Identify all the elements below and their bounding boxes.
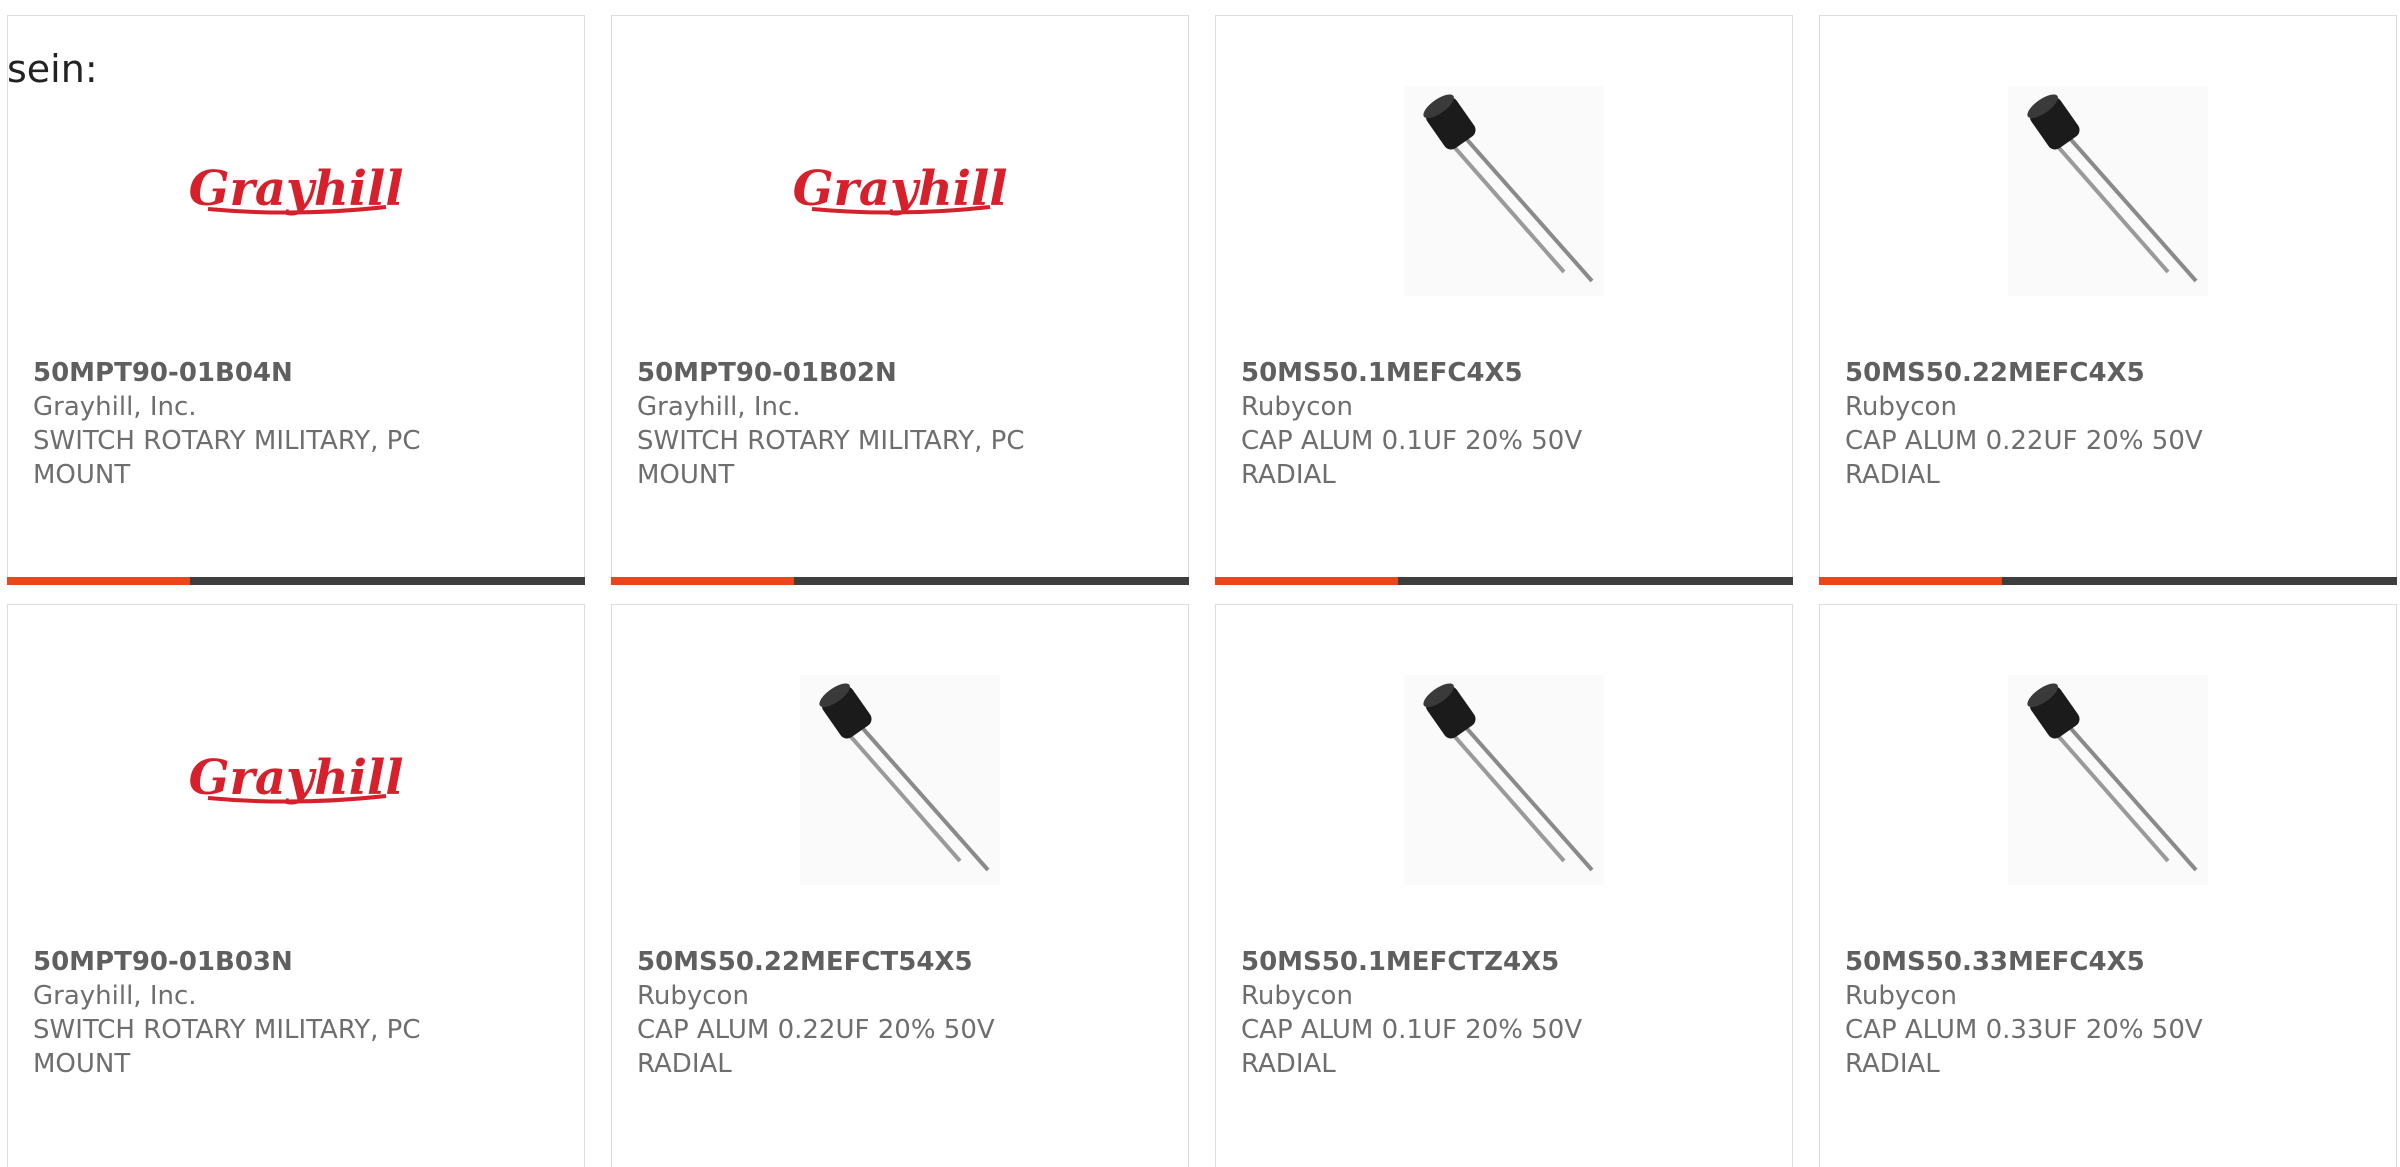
product-info: 50MPT90-01B04N Grayhill, Inc. SWITCH ROT… [33, 356, 463, 492]
part-number-link[interactable]: 50MS50.22MEFCT54X5 [637, 945, 1067, 979]
card-accent-bar [1819, 577, 2397, 585]
part-number-link[interactable]: 50MPT90-01B02N [637, 356, 1067, 390]
grayhill-logo[interactable]: Grayhill [8, 670, 584, 890]
capacitor-photo[interactable] [1216, 81, 1792, 301]
part-number-link[interactable]: 50MPT90-01B04N [33, 356, 463, 390]
description: CAP ALUM 0.33UF 20% 50V RADIAL [1845, 1015, 2203, 1079]
intro-text: sein: [7, 47, 98, 91]
description: CAP ALUM 0.1UF 20% 50V RADIAL [1241, 426, 1583, 490]
product-grid-page: sein: Grayhill 50MPT90-01B04N Grayhill, … [0, 0, 2400, 1167]
capacitor-photo[interactable] [1820, 670, 2396, 890]
part-number-link[interactable]: 50MS50.1MEFC4X5 [1241, 356, 1671, 390]
accent-fill [1215, 577, 1398, 585]
description: SWITCH ROTARY MILITARY, PC MOUNT [637, 426, 1025, 490]
description: CAP ALUM 0.1UF 20% 50V RADIAL [1241, 1015, 1583, 1079]
capacitor-photo[interactable] [612, 670, 1188, 890]
manufacturer: Rubycon [1845, 392, 1957, 422]
description: SWITCH ROTARY MILITARY, PC MOUNT [33, 1015, 421, 1079]
product-info: 50MS50.1MEFCTZ4X5 Rubycon CAP ALUM 0.1UF… [1241, 945, 1671, 1081]
product-info: 50MPT90-01B02N Grayhill, Inc. SWITCH ROT… [637, 356, 1067, 492]
product-card[interactable]: Grayhill 50MPT90-01B03N Grayhill, Inc. S… [7, 604, 585, 1167]
product-info: 50MPT90-01B03N Grayhill, Inc. SWITCH ROT… [33, 945, 463, 1081]
part-number-link[interactable]: 50MPT90-01B03N [33, 945, 463, 979]
product-card[interactable]: 50MS50.1MEFCTZ4X5 Rubycon CAP ALUM 0.1UF… [1215, 604, 1793, 1167]
description: CAP ALUM 0.22UF 20% 50V RADIAL [1845, 426, 2203, 490]
product-card[interactable]: 50MS50.22MEFC4X5 Rubycon CAP ALUM 0.22UF… [1819, 15, 2397, 585]
manufacturer: Rubycon [1241, 392, 1353, 422]
grayhill-logo[interactable]: Grayhill [8, 81, 584, 301]
card-accent-bar [611, 577, 1189, 585]
product-info: 50MS50.1MEFC4X5 Rubycon CAP ALUM 0.1UF 2… [1241, 356, 1671, 492]
product-info: 50MS50.33MEFC4X5 Rubycon CAP ALUM 0.33UF… [1845, 945, 2275, 1081]
capacitor-photo[interactable] [1216, 670, 1792, 890]
card-accent-bar [7, 577, 585, 585]
product-card[interactable]: 50MS50.22MEFCT54X5 Rubycon CAP ALUM 0.22… [611, 604, 1189, 1167]
part-number-link[interactable]: 50MS50.1MEFCTZ4X5 [1241, 945, 1671, 979]
manufacturer: Rubycon [1241, 981, 1353, 1011]
part-number-link[interactable]: 50MS50.22MEFC4X5 [1845, 356, 2275, 390]
description: CAP ALUM 0.22UF 20% 50V RADIAL [637, 1015, 995, 1079]
product-card[interactable]: 50MS50.33MEFC4X5 Rubycon CAP ALUM 0.33UF… [1819, 604, 2397, 1167]
product-info: 50MS50.22MEFCT54X5 Rubycon CAP ALUM 0.22… [637, 945, 1067, 1081]
product-info: 50MS50.22MEFC4X5 Rubycon CAP ALUM 0.22UF… [1845, 356, 2275, 492]
manufacturer: Grayhill, Inc. [637, 392, 801, 422]
manufacturer: Rubycon [637, 981, 749, 1011]
manufacturer: Grayhill, Inc. [33, 981, 197, 1011]
grayhill-logo[interactable]: Grayhill [612, 81, 1188, 301]
accent-fill [7, 577, 190, 585]
card-accent-bar [1215, 577, 1793, 585]
product-card[interactable]: 50MS50.1MEFC4X5 Rubycon CAP ALUM 0.1UF 2… [1215, 15, 1793, 585]
manufacturer: Rubycon [1845, 981, 1957, 1011]
part-number-link[interactable]: 50MS50.33MEFC4X5 [1845, 945, 2275, 979]
capacitor-photo[interactable] [1820, 81, 2396, 301]
manufacturer: Grayhill, Inc. [33, 392, 197, 422]
product-card[interactable]: Grayhill 50MPT90-01B02N Grayhill, Inc. S… [611, 15, 1189, 585]
accent-fill [1819, 577, 2002, 585]
description: SWITCH ROTARY MILITARY, PC MOUNT [33, 426, 421, 490]
product-card[interactable]: Grayhill 50MPT90-01B04N Grayhill, Inc. S… [7, 15, 585, 585]
accent-fill [611, 577, 794, 585]
